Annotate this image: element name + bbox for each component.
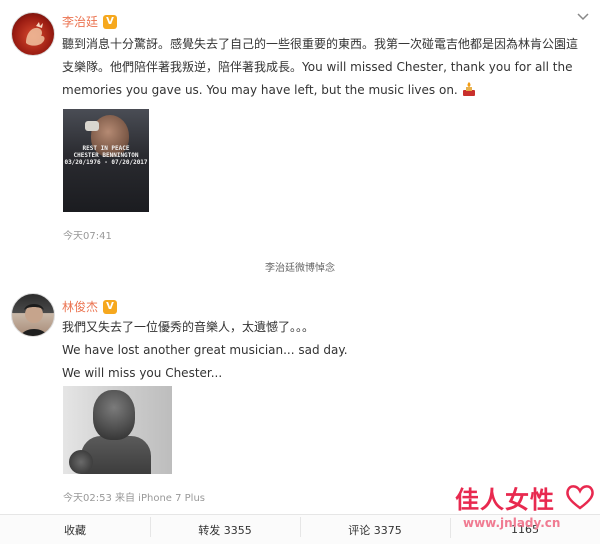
rooster-logo-icon <box>26 22 45 46</box>
collect-button[interactable]: 收藏 <box>0 522 150 538</box>
candle-emoji-icon <box>462 82 475 96</box>
heart-logo-icon <box>566 485 594 510</box>
post-text: 聽到消息十分驚訝。感覺失去了自己的一些很重要的東西。我第一次碰電吉他都是因為林肯… <box>62 33 578 102</box>
image-caption-line: REST IN PEACE <box>82 145 130 152</box>
avatar[interactable] <box>11 12 55 56</box>
watermark-title: 佳人女性 <box>455 486 555 514</box>
post-text-line: memories you gave us. You may have left,… <box>62 79 578 102</box>
verified-icon: V <box>103 299 118 314</box>
post-text: 我們又失去了一位優秀的音樂人，太遺憾了。。。 We have lost anot… <box>62 316 348 385</box>
post-image-rip-chester[interactable]: REST IN PEACE CHESTER BENNINGTON 03/20/1… <box>63 109 149 212</box>
image-caption-line: CHESTER BENNINGTON <box>73 152 139 159</box>
post-text-line: 我們又失去了一位優秀的音樂人，太遺憾了。。。 <box>62 320 315 334</box>
person-photo-icon <box>20 304 48 336</box>
post-text-line: We have lost another great musician... s… <box>62 343 348 357</box>
image-caption-line: 03/20/1976 - 07/20/2017 <box>64 159 148 166</box>
post-meta[interactable]: 今天02:53 来自 iPhone 7 Plus <box>63 489 205 504</box>
chevron-down-icon[interactable] <box>576 10 590 24</box>
repost-button[interactable]: 转发 3355 <box>150 516 300 538</box>
image-caption: REST IN PEACE CHESTER BENNINGTON 03/20/1… <box>63 145 149 166</box>
author-name-text[interactable]: 李治廷 <box>62 13 98 30</box>
comment-button[interactable]: 评论 3375 <box>300 516 450 538</box>
portrait-head <box>93 390 135 440</box>
verified-icon: V <box>103 14 118 29</box>
author-name-text[interactable]: 林俊杰 <box>62 298 98 315</box>
author-name[interactable]: 李治廷 V <box>62 13 118 30</box>
portrait-tattoo <box>69 450 93 474</box>
post-text-line-content: memories you gave us. You may have left,… <box>62 83 458 97</box>
portrait-shoulders <box>81 436 151 474</box>
avatar[interactable] <box>11 293 55 337</box>
post-text-line: 聽到消息十分驚訝。感覺失去了自己的一些很重要的東西。我第一次碰電吉他都是因為林肯… <box>62 37 579 51</box>
post-time[interactable]: 今天07:41 <box>63 227 112 242</box>
watermark-url: www.jnlady.cn <box>463 516 561 530</box>
post-text-line: We will miss you Chester... <box>62 366 223 380</box>
post-image-chester-portrait[interactable] <box>63 386 172 474</box>
cap-shape <box>85 121 99 131</box>
author-name[interactable]: 林俊杰 V <box>62 298 118 315</box>
divider-caption: 李治廷微博悼念 <box>265 263 335 274</box>
site-watermark: 佳人女性 www.jnlady.cn <box>455 478 600 540</box>
post-text-line: 支樂隊。他們陪伴著我叛逆，陪伴著我成長。You will missed Ches… <box>62 60 573 74</box>
